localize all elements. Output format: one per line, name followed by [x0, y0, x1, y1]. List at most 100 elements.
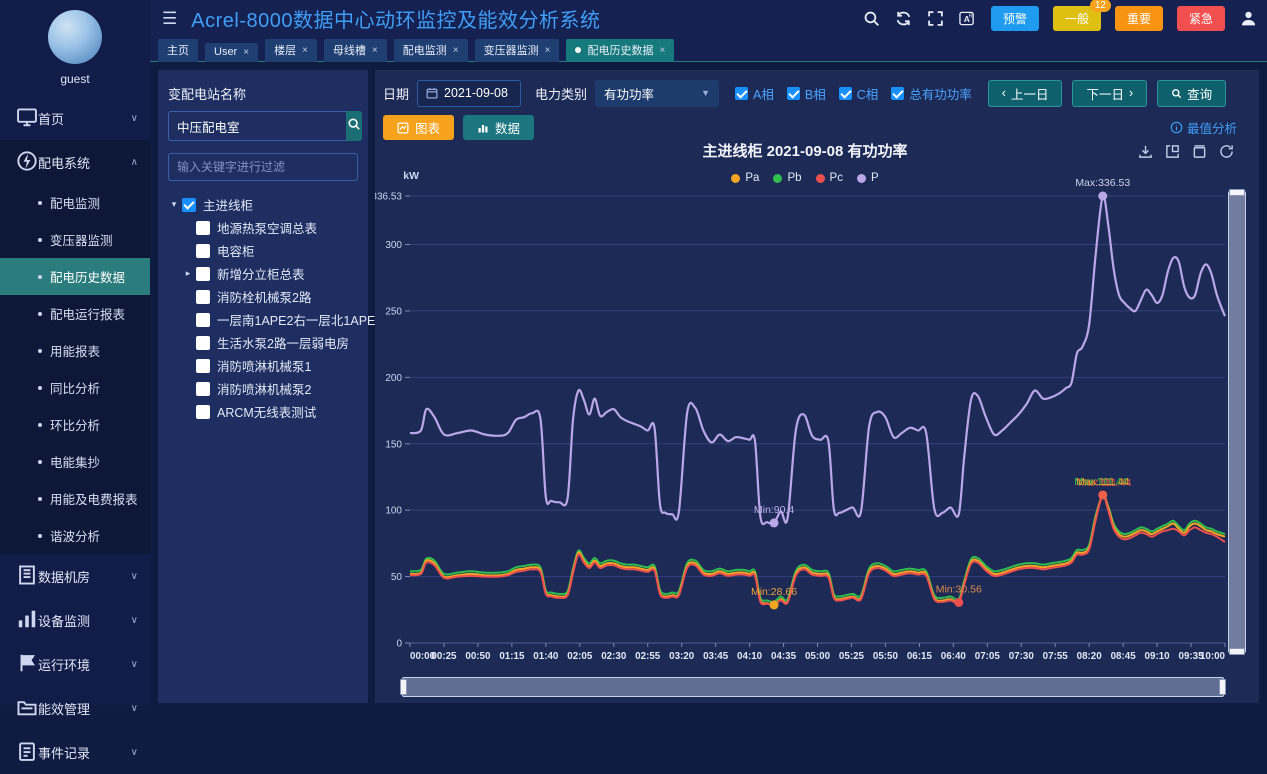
- checkbox-B相[interactable]: B相: [787, 84, 826, 103]
- date-value: 2021-09-08: [444, 86, 508, 100]
- max-analysis-link[interactable]: 最值分析: [1170, 118, 1237, 137]
- close-icon[interactable]: ×: [659, 45, 665, 56]
- station-search-button[interactable]: [346, 111, 362, 141]
- tab-配电监测[interactable]: 配电监测×: [394, 39, 468, 62]
- tree-checkbox[interactable]: [196, 313, 210, 327]
- tree-node-电容柜[interactable]: 电容柜: [182, 239, 358, 262]
- translate-icon[interactable]: AR: [959, 10, 977, 28]
- menu-toggle-icon[interactable]: ☰: [162, 9, 177, 29]
- tree-filter-input[interactable]: [168, 153, 358, 181]
- close-icon[interactable]: ×: [453, 45, 459, 56]
- close-icon[interactable]: ×: [545, 45, 551, 56]
- sidebar-item-首页[interactable]: 首页∨: [0, 96, 150, 140]
- chevron-down-icon: ∨: [131, 113, 138, 124]
- caret-right-icon[interactable]: ▸: [182, 268, 194, 279]
- station-input[interactable]: [168, 111, 346, 141]
- tree-node-ARCM无线表测试[interactable]: ARCM无线表测试: [182, 400, 358, 423]
- sidebar-item-数据机房[interactable]: 数据机房∨: [0, 554, 150, 598]
- tree-node-消防喷淋机械泵1[interactable]: 消防喷淋机械泵1: [182, 354, 358, 377]
- tree-checkbox[interactable]: [196, 221, 210, 235]
- sidebar-subitem-环比分析[interactable]: 环比分析: [0, 406, 150, 443]
- tree-checkbox[interactable]: [196, 359, 210, 373]
- alarm-chip-2[interactable]: 重要: [1115, 6, 1163, 31]
- series-Pa: [410, 495, 1225, 605]
- close-icon[interactable]: ×: [372, 45, 378, 56]
- sidebar-item-label: 配电系统: [38, 153, 131, 172]
- tree-node-地源热泵空调总表[interactable]: 地源热泵空调总表: [182, 216, 358, 239]
- tree-checkbox[interactable]: [196, 290, 210, 304]
- fullscreen-icon[interactable]: [927, 10, 945, 28]
- checkbox-A相[interactable]: A相: [735, 84, 774, 103]
- restore-icon[interactable]: [1192, 144, 1208, 160]
- tree-checkbox[interactable]: [196, 336, 210, 350]
- tree-node-主进线柜[interactable]: ▾主进线柜: [168, 193, 358, 216]
- alarm-chip-0[interactable]: 预警: [991, 6, 1039, 31]
- tree-node-消防喷淋机械泵2[interactable]: 消防喷淋机械泵2: [182, 377, 358, 400]
- tree-node-生活水泵2路一层弱电房[interactable]: 生活水泵2路一层弱电房: [182, 331, 358, 354]
- query-button[interactable]: 查询: [1157, 80, 1226, 107]
- tab-变压器监测[interactable]: 变压器监测×: [475, 39, 560, 62]
- tab-主页[interactable]: 主页: [158, 39, 198, 62]
- sidebar-subitem-同比分析[interactable]: 同比分析: [0, 369, 150, 406]
- sidebar-item-设备监测[interactable]: 设备监测∨: [0, 598, 150, 642]
- svg-text:Max:336.53: Max:336.53: [1075, 177, 1130, 189]
- menu-group-数据机房: 数据机房∨: [0, 554, 150, 598]
- sidebar-subitem-谐波分析[interactable]: 谐波分析: [0, 517, 150, 554]
- checkbox-总有功功率[interactable]: 总有功功率: [891, 84, 972, 103]
- sidebar-subitem-用能报表[interactable]: 用能报表: [0, 332, 150, 369]
- sidebar-menu: 首页∨配电系统∧配电监测变压器监测配电历史数据配电运行报表用能报表同比分析环比分…: [0, 96, 150, 774]
- search-icon[interactable]: [863, 10, 881, 28]
- tree-checkbox[interactable]: [196, 405, 210, 419]
- sidebar-subitem-变压器监测[interactable]: 变压器监测: [0, 221, 150, 258]
- alarm-chip-1[interactable]: 一般12: [1053, 6, 1101, 31]
- sidebar-subitem-配电历史数据[interactable]: 配电历史数据: [0, 258, 150, 295]
- sidebar-item-运行环境[interactable]: 运行环境∨: [0, 642, 150, 686]
- svg-text:07:05: 07:05: [975, 651, 1001, 662]
- sidebar-subitem-配电监测[interactable]: 配电监测: [0, 184, 150, 221]
- slider-handle[interactable]: [1219, 679, 1226, 695]
- sidebar-item-事件记录[interactable]: 事件记录∨: [0, 730, 150, 774]
- tree-checkbox[interactable]: [182, 198, 196, 212]
- user-avatar[interactable]: [48, 10, 102, 64]
- tree-checkbox[interactable]: [196, 244, 210, 258]
- close-icon[interactable]: ×: [243, 47, 249, 58]
- slider-handle[interactable]: [1229, 648, 1245, 655]
- download-icon[interactable]: [1138, 144, 1154, 160]
- checkbox-C相[interactable]: C相: [839, 84, 879, 103]
- data-view-button[interactable]: 数据: [463, 115, 534, 140]
- sidebar-item-能效管理[interactable]: 能效管理∨: [0, 686, 150, 730]
- sidebar-subitem-配电运行报表[interactable]: 配电运行报表: [0, 295, 150, 332]
- tree-checkbox[interactable]: [196, 267, 210, 281]
- tree-node-新增分立柜总表[interactable]: ▸新增分立柜总表: [182, 262, 358, 285]
- tree-checkbox[interactable]: [196, 382, 210, 396]
- slider-handle[interactable]: [1229, 189, 1245, 196]
- refresh-icon[interactable]: [895, 10, 913, 28]
- sidebar-item-配电系统[interactable]: 配电系统∧: [0, 140, 150, 184]
- sidebar: guest 首页∨配电系统∧配电监测变压器监测配电历史数据配电运行报表用能报表同…: [0, 0, 150, 705]
- tab-楼层[interactable]: 楼层×: [265, 39, 317, 62]
- tab-User[interactable]: User×: [205, 43, 258, 62]
- tab-配电历史数据[interactable]: 配电历史数据×: [566, 39, 674, 62]
- vertical-datazoom-slider[interactable]: [1228, 191, 1246, 653]
- sidebar-subitem-用能及电费报表[interactable]: 用能及电费报表: [0, 480, 150, 517]
- slider-handle[interactable]: [400, 679, 407, 695]
- prev-day-button[interactable]: ‹ 上一日: [988, 80, 1063, 107]
- chart-view-button[interactable]: 图表: [383, 115, 454, 140]
- sidebar-subitem-电能集抄[interactable]: 电能集抄: [0, 443, 150, 480]
- chart-refresh-icon[interactable]: [1219, 144, 1235, 160]
- line-chart[interactable]: kW050100150200250300336.5300:0000:2500:5…: [375, 165, 1235, 670]
- power-system-icon: [16, 150, 38, 175]
- tree-node-一层南1APE2右一层北1APE1左[interactable]: 一层南1APE2右一层北1APE1左: [182, 308, 358, 331]
- caret-down-icon[interactable]: ▾: [168, 199, 180, 210]
- tab-母线槽[interactable]: 母线槽×: [324, 39, 387, 62]
- tree-node-消防栓机械泵2路[interactable]: 消防栓机械泵2路: [182, 285, 358, 308]
- close-icon[interactable]: ×: [302, 45, 308, 56]
- alarm-chip-3[interactable]: 紧急: [1177, 6, 1225, 31]
- alarm-chip-label: 一般: [1065, 12, 1089, 26]
- next-day-button[interactable]: 下一日 ›: [1072, 80, 1147, 107]
- user-icon[interactable]: [1239, 10, 1257, 28]
- zoom-box-icon[interactable]: [1165, 144, 1181, 160]
- date-picker[interactable]: 2021-09-08: [417, 80, 521, 107]
- horizontal-datazoom-slider[interactable]: [402, 677, 1224, 697]
- power-type-select[interactable]: 有功功率 ▼: [595, 80, 719, 107]
